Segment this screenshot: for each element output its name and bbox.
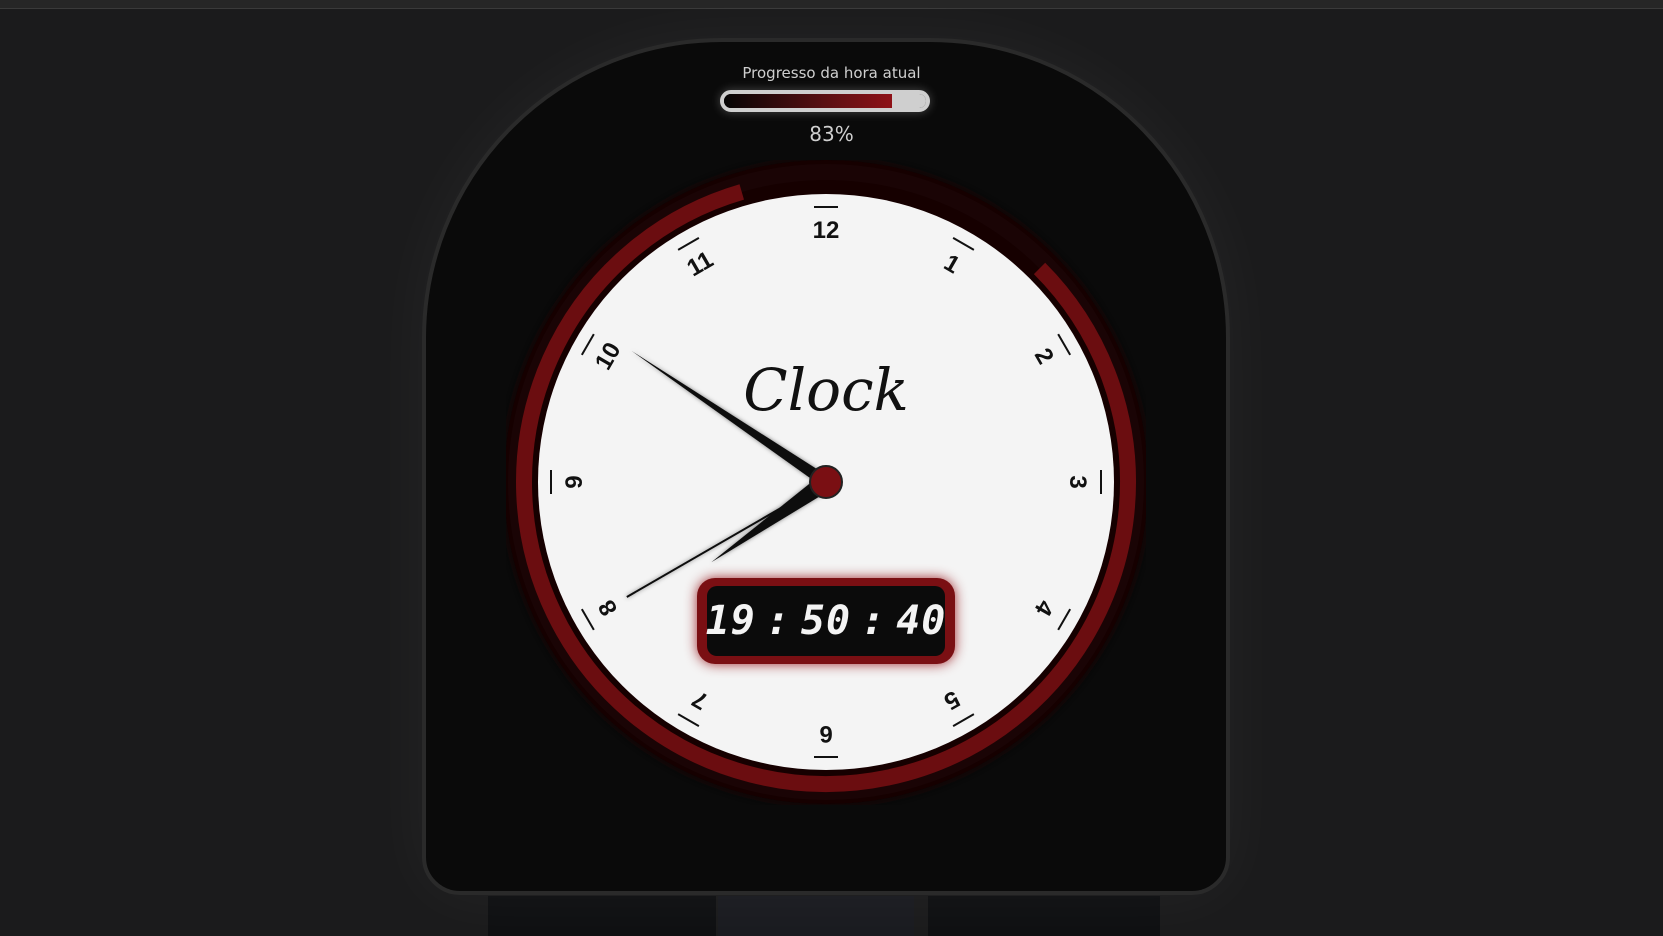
browser-top-strip [0,0,1663,9]
base-panels [488,896,1168,936]
digital-separator: : [861,598,887,644]
progress-percent: 83% [809,122,854,146]
digital-separator: : [765,598,791,644]
base-panel-right [928,896,1160,936]
analog-clock: 121234567891011 Clock [506,160,1146,804]
digital-hours: 19 [705,598,756,644]
base-panel-center [718,896,914,936]
numeral-label: 3 [1064,475,1091,488]
digital-seconds: 40 [896,598,947,644]
numeral-label: 6 [819,720,832,747]
numeral-label: 12 [813,217,840,244]
digital-clock: 19 : 50 : 40 [697,578,955,664]
hour-progress-fill [724,94,892,108]
clock-center-cap [809,465,843,499]
numeral-label: 9 [561,475,588,488]
hour-progress-remaining [891,94,926,108]
progress-title: Progresso da hora atual [742,64,921,82]
clock-brand: Clock [743,356,908,424]
digital-minutes: 50 [800,598,852,644]
base-panel-left [488,896,716,936]
hour-progress-bar [720,90,930,112]
